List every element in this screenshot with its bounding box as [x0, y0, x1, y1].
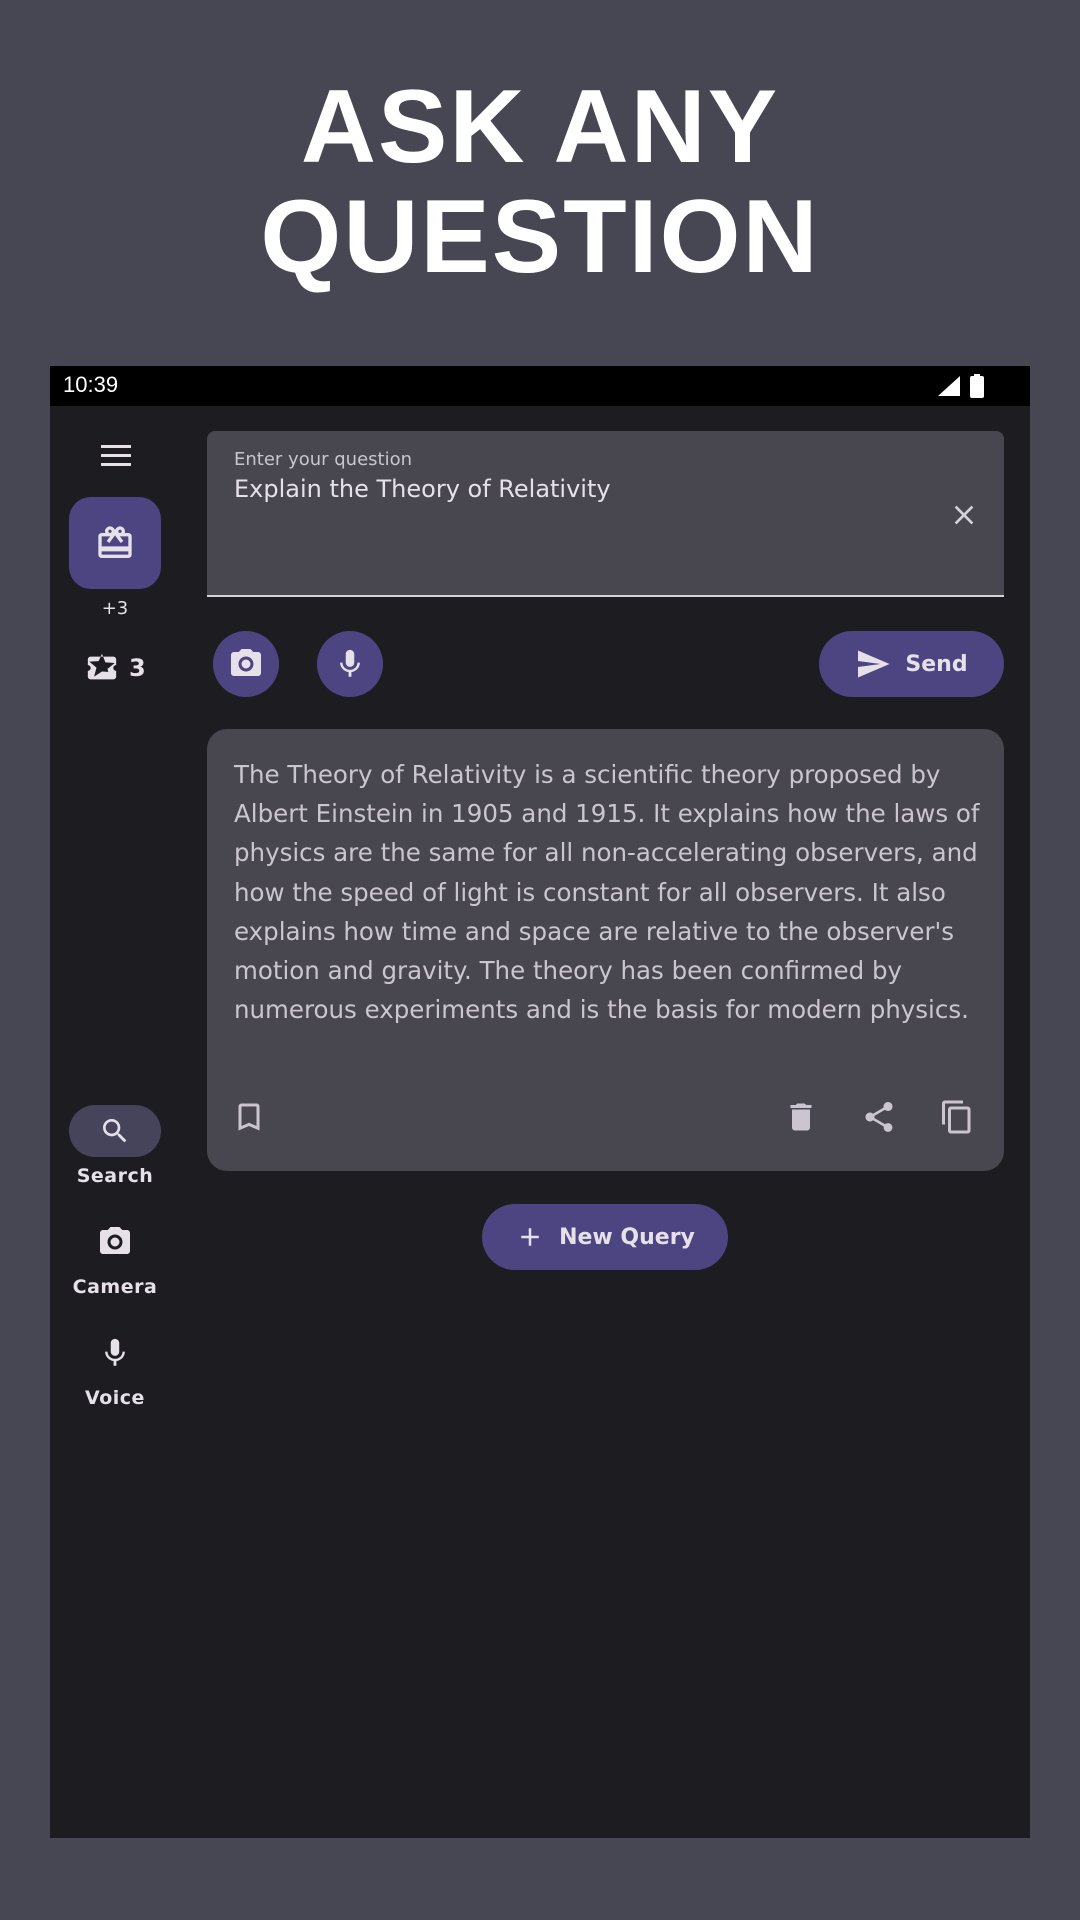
rewards-button[interactable]: [69, 497, 161, 589]
delete-icon[interactable]: [783, 1099, 819, 1135]
mic-icon: [105, 1338, 125, 1366]
gift-card-icon: [98, 526, 132, 558]
question-field-label: Enter your question: [234, 449, 412, 470]
rail-voice-label: Voice: [85, 1387, 145, 1409]
close-icon: [954, 505, 974, 525]
camera-input-button[interactable]: [213, 631, 279, 697]
rail-search-label: Search: [76, 1165, 154, 1187]
voice-input-button[interactable]: [317, 631, 383, 697]
rail-item-search[interactable]: Search: [50, 1105, 180, 1187]
rail-camera-label: Camera: [72, 1276, 158, 1298]
menu-button[interactable]: [96, 436, 136, 476]
status-time: 10:39: [63, 372, 119, 397]
search-icon: [103, 1119, 127, 1143]
plus-icon: [521, 1228, 539, 1246]
rail-search-indicator[interactable]: [69, 1105, 161, 1157]
rail-voice-indicator[interactable]: [69, 1327, 161, 1379]
mic-icon: [340, 649, 360, 677]
new-query-button[interactable]: New Query: [482, 1204, 728, 1270]
share-icon[interactable]: [861, 1099, 897, 1135]
answer-text: The Theory of Relativity is a scientific…: [234, 760, 980, 1025]
send-button[interactable]: Send: [819, 631, 1004, 697]
ticket-balance: 3: [85, 651, 146, 685]
headline-line-2: QUESTION: [260, 179, 820, 295]
ticket-star-icon: [87, 653, 117, 680]
rail-item-voice[interactable]: Voice: [50, 1327, 180, 1409]
new-query-label: New Query: [559, 1224, 695, 1250]
promo-headline: ASK ANY QUESTION: [0, 72, 1080, 292]
copy-icon[interactable]: [939, 1099, 975, 1135]
signal-icon: [938, 376, 960, 396]
send-icon: [858, 650, 890, 678]
clear-button[interactable]: [948, 499, 980, 531]
reward-plus-count: +3: [101, 598, 129, 619]
question-input[interactable]: Explain the Theory of Relativity: [234, 475, 611, 503]
ticket-count: 3: [129, 654, 146, 682]
send-label: Send: [905, 651, 968, 677]
status-bar: 10:39: [50, 366, 1030, 406]
camera-icon: [100, 1227, 130, 1254]
headline-line-1: ASK ANY: [300, 69, 780, 185]
device-screen: 10:39 +3 3 Search Camera Voice Enter you…: [50, 366, 1030, 1838]
answer-card: The Theory of Relativity is a scientific…: [207, 729, 1004, 1171]
bookmark-icon[interactable]: [231, 1099, 267, 1135]
rail-camera-indicator[interactable]: [69, 1216, 161, 1268]
rail-item-camera[interactable]: Camera: [50, 1216, 180, 1298]
question-field[interactable]: Enter your question Explain the Theory o…: [207, 431, 1004, 597]
battery-icon: [970, 374, 984, 398]
camera-icon: [231, 649, 261, 676]
menu-icon: [101, 445, 131, 466]
